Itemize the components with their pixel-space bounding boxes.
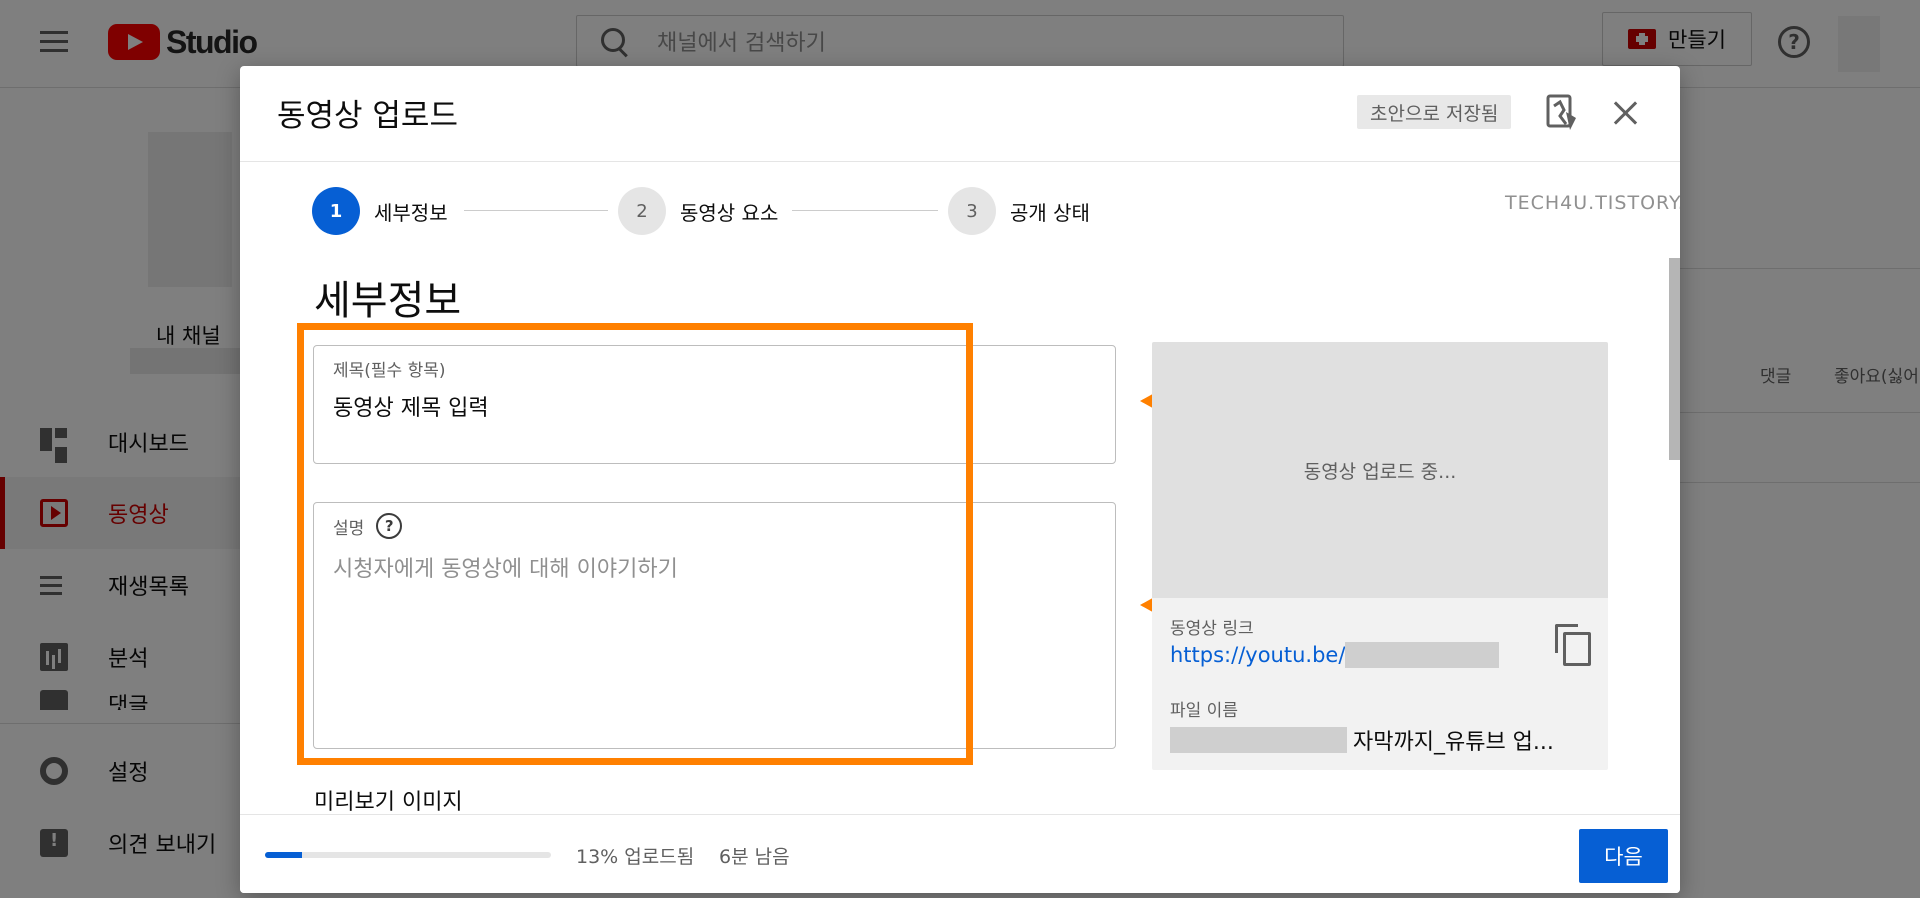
draft-status-badge: 초안으로 저장됨 xyxy=(1357,95,1512,129)
dialog-footer: 13% 업로드됨 6분 남음 다음 xyxy=(240,814,1680,893)
feedback-icon[interactable] xyxy=(1546,94,1578,132)
redacted-id xyxy=(1345,642,1500,668)
video-link[interactable]: https://youtu.be/ xyxy=(1170,642,1500,668)
progress-text: 13% 업로드됨 xyxy=(576,846,695,868)
next-button[interactable]: 다음 xyxy=(1579,829,1668,883)
step-connector xyxy=(464,210,608,211)
dialog-title: 동영상 업로드 xyxy=(277,98,458,134)
step-details[interactable]: 1 세부정보 xyxy=(312,186,448,236)
dialog-header: 동영상 업로드 초안으로 저장됨 xyxy=(240,66,1680,162)
step-label: 세부정보 xyxy=(374,200,448,225)
upload-progress-bar xyxy=(265,852,551,858)
upload-progress-fill xyxy=(265,852,303,858)
step-number: 1 xyxy=(312,187,360,235)
video-preview-card: 동영상 업로드 중... 동영상 링크 https://youtu.be/ 파일… xyxy=(1152,342,1608,770)
redacted-filename xyxy=(1170,727,1347,753)
upload-status: 동영상 업로드 중... xyxy=(1152,342,1608,598)
step-number: 2 xyxy=(618,187,666,235)
scrollbar[interactable] xyxy=(1669,258,1680,460)
step-connector xyxy=(792,210,938,211)
step-visibility[interactable]: 3 공개 상태 xyxy=(948,186,1090,236)
remaining-time: 6분 남음 xyxy=(719,846,790,868)
step-video-elements[interactable]: 2 동영상 요소 xyxy=(618,186,778,236)
section-title: 세부정보 xyxy=(314,278,462,324)
file-name-label: 파일 이름 xyxy=(1170,701,1238,721)
watermark: TECH4U.TISTORY.COM xyxy=(1505,192,1680,214)
step-number: 3 xyxy=(948,187,996,235)
annotation-highlight-box xyxy=(297,323,973,765)
step-label: 동영상 요소 xyxy=(680,200,779,225)
upload-dialog: 동영상 업로드 초안으로 저장됨 1 세부정보 2 동영상 요소 3 공개 상태… xyxy=(240,66,1680,893)
copy-icon[interactable] xyxy=(1555,624,1591,666)
close-icon[interactable] xyxy=(1610,96,1642,128)
video-link-label: 동영상 링크 xyxy=(1170,619,1254,639)
step-label: 공개 상태 xyxy=(1010,200,1090,225)
thumbnail-section-title: 미리보기 이미지 xyxy=(314,790,463,815)
upload-stepper: 1 세부정보 2 동영상 요소 3 공개 상태 xyxy=(312,186,1212,236)
file-name: 자막까지_유튜브 업... xyxy=(1170,724,1554,756)
